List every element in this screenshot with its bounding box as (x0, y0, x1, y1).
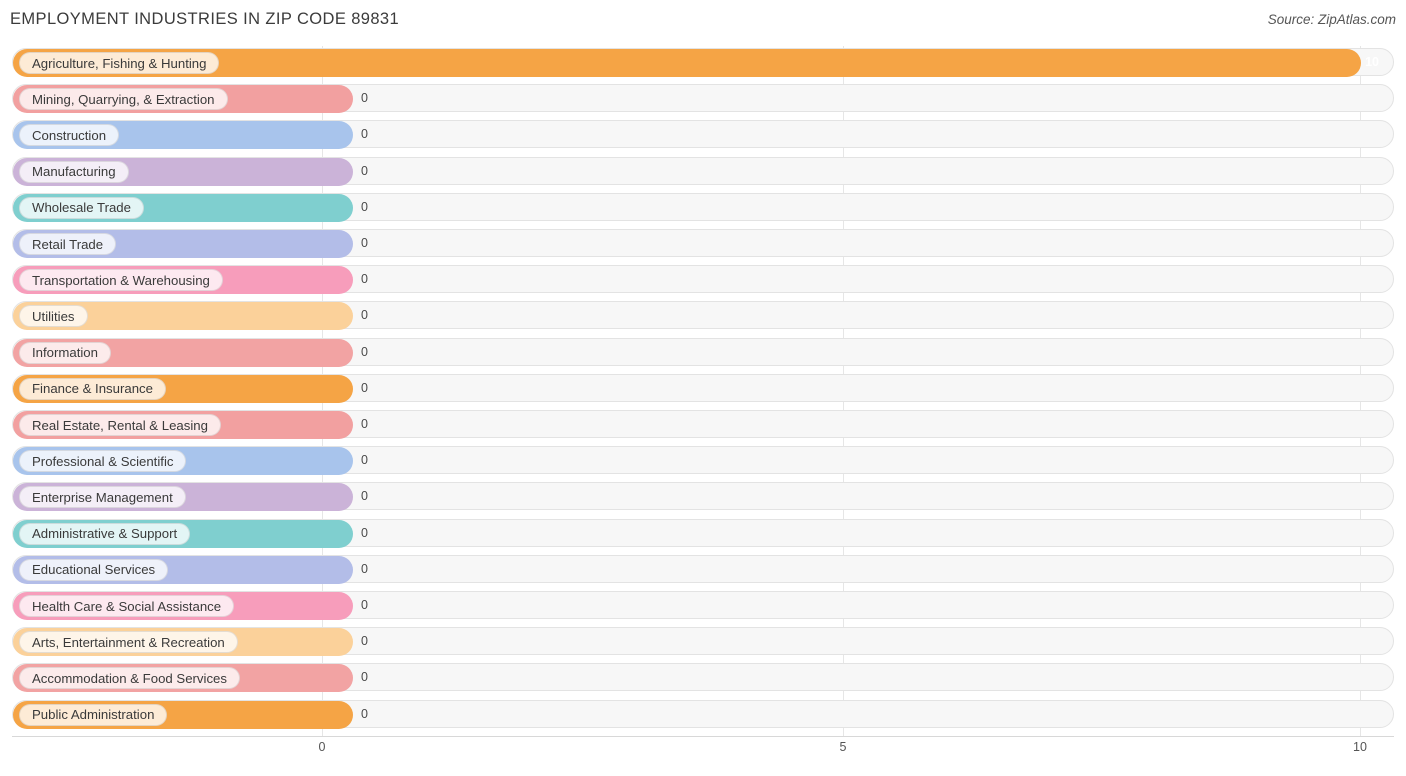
category-text: Professional & Scientific (32, 453, 174, 469)
bar-category-label: Construction (19, 124, 120, 147)
bar-value-label: 0 (361, 127, 368, 142)
chart-row[interactable]: Transportation & Warehousing 0 (12, 265, 1394, 295)
chart-row[interactable]: Mining, Quarrying, & Extraction 0 (12, 84, 1394, 114)
bar-category-label: Manufacturing (19, 160, 129, 183)
category-text: Retail Trade (32, 236, 104, 252)
bar-category-label: Health Care & Social Assistance (19, 595, 235, 617)
x-axis-tick: 10 (1353, 740, 1367, 754)
bar-value-label: 10 (1365, 55, 1379, 69)
chart-row[interactable]: Public Administration 0 (12, 699, 1394, 729)
chart-row[interactable]: Real Estate, Rental & Leasing 0 (12, 410, 1394, 439)
category-text: Administrative & Support (32, 526, 178, 542)
bar-value-label: 0 (361, 561, 368, 576)
category-text: Educational Services (32, 562, 156, 578)
chart-row[interactable]: Accommodation & Food Services 0 (12, 663, 1394, 693)
category-text: Manufacturing (32, 164, 116, 180)
chart-row[interactable]: Administrative & Support 0 (12, 518, 1394, 548)
chart-row[interactable]: Health Care & Social Assistance 0 (12, 591, 1394, 620)
bar-value-label: 0 (361, 163, 368, 178)
bar-category-label: Information (19, 341, 111, 364)
category-text: Transportation & Warehousing (32, 272, 210, 288)
bar-category-label: Mining, Quarrying, & Extraction (19, 88, 228, 111)
bar-category-label: Educational Services (19, 558, 169, 581)
axis-line (12, 736, 1394, 737)
bar-category-label: Utilities (19, 305, 88, 328)
bar-value-label: 0 (361, 199, 368, 214)
chart-row[interactable]: Arts, Entertainment & Recreation 0 (12, 627, 1394, 657)
category-text: Accommodation & Food Services (32, 670, 227, 686)
category-text: Public Administration (32, 707, 155, 723)
bar-chart: Agriculture, Fishing & Hunting 10 Mining, … (12, 46, 1394, 736)
category-text: Enterprise Management (32, 489, 173, 505)
bar-value-label: 0 (361, 706, 368, 721)
chart-row[interactable]: Agriculture, Fishing & Hunting 10 (12, 48, 1394, 77)
plot-area: Agriculture, Fishing & Hunting 10 Mining, … (12, 46, 1394, 736)
category-text: Arts, Entertainment & Recreation (32, 634, 225, 650)
bar-value-label: 0 (361, 272, 368, 287)
bar-category-label: Administrative & Support (19, 522, 191, 545)
chart-row[interactable]: Enterprise Management 0 (12, 482, 1394, 512)
x-axis: 0 5 10 (12, 740, 1394, 760)
page-header: EMPLOYMENT INDUSTRIES IN ZIP CODE 89831 … (10, 10, 1396, 40)
bar-value-label: 0 (361, 380, 368, 395)
chart-row[interactable]: Wholesale Trade 0 (12, 192, 1394, 222)
bar-category-label: Professional & Scientific (19, 450, 187, 473)
bar-value-label: 0 (361, 670, 368, 685)
category-text: Information (32, 345, 98, 361)
bar-category-label: Wholesale Trade (19, 196, 144, 219)
bar-category-label: Public Administration (19, 703, 168, 726)
bar-value-label: 0 (361, 236, 368, 250)
bar-category-label: Finance & Insurance (19, 377, 166, 400)
chart-row[interactable]: Professional & Scientific 0 (12, 446, 1394, 476)
bar-value-label: 0 (361, 417, 368, 431)
category-text: Mining, Quarrying, & Extraction (32, 91, 215, 107)
bar-category-label: Transportation & Warehousing (19, 269, 223, 292)
source-label: Source: ZipAtlas.com (1267, 12, 1396, 27)
chart-row[interactable]: Educational Services 0 (12, 554, 1394, 584)
chart-row[interactable]: Finance & Insurance 0 (12, 373, 1394, 403)
page-title: EMPLOYMENT INDUSTRIES IN ZIP CODE 89831 (10, 10, 400, 28)
bar-category-label: Retail Trade (19, 233, 117, 255)
chart-page: EMPLOYMENT INDUSTRIES IN ZIP CODE 89831 … (0, 0, 1406, 776)
category-text: Finance & Insurance (32, 381, 153, 397)
bar-value-label: 0 (361, 344, 368, 359)
x-axis-tick: 5 (839, 740, 847, 754)
category-text: Agriculture, Fishing & Hunting (32, 55, 207, 71)
bar-value-label: 0 (361, 489, 368, 504)
category-text: Construction (32, 127, 107, 143)
category-text: Health Care & Social Assistance (32, 598, 222, 614)
category-text: Wholesale Trade (32, 200, 131, 216)
bar-value-label: 0 (361, 634, 368, 649)
chart-row[interactable]: Construction 0 (12, 120, 1394, 150)
bar-value-label: 0 (361, 453, 368, 468)
bar-category-label: Real Estate, Rental & Leasing (19, 414, 221, 436)
bar-value-label: 0 (361, 308, 368, 323)
bar-category-label: Agriculture, Fishing & Hunting (19, 52, 220, 74)
bar-value-label: 0 (361, 598, 368, 612)
bar-value-label: 0 (361, 91, 368, 106)
chart-row[interactable]: Retail Trade 0 (12, 229, 1394, 258)
chart-row[interactable]: Manufacturing 0 (12, 156, 1394, 186)
chart-row[interactable]: Utilities 0 (12, 301, 1394, 331)
category-text: Real Estate, Rental & Leasing (32, 417, 208, 433)
bar-category-label: Accommodation & Food Services (19, 667, 240, 690)
bar-category-label: Enterprise Management (19, 486, 186, 509)
chart-row[interactable]: Information 0 (12, 337, 1394, 367)
bar-value-label: 0 (361, 525, 368, 540)
category-text: Utilities (32, 308, 75, 324)
bar-category-label: Arts, Entertainment & Recreation (19, 631, 238, 654)
x-axis-tick: 0 (318, 740, 326, 754)
